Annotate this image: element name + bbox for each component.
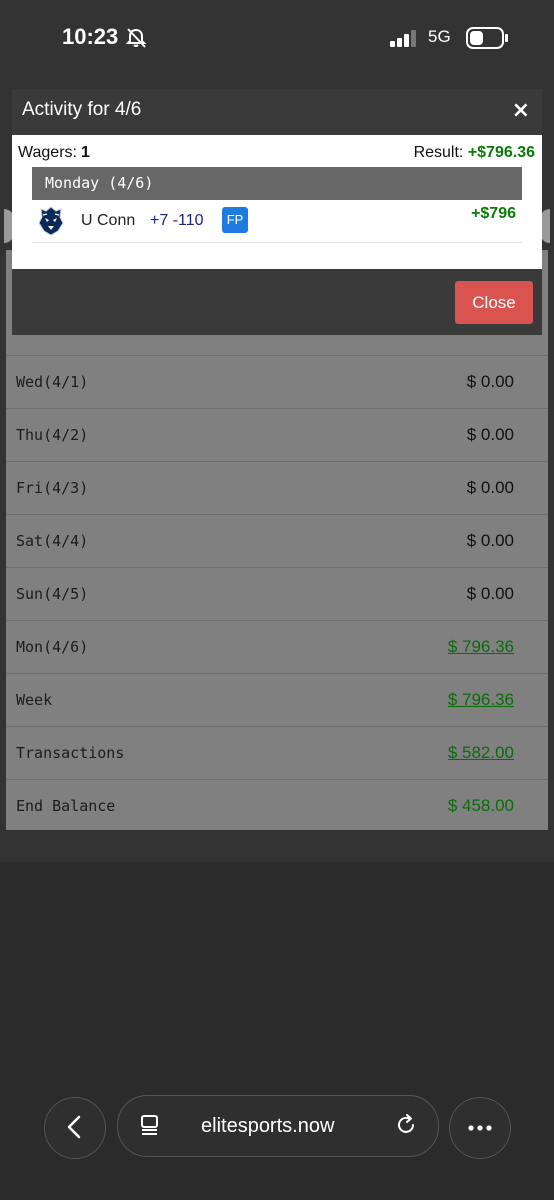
- team-name: U Conn: [81, 212, 136, 229]
- table-row: Thu(4/2) $ 0.00: [6, 408, 548, 461]
- row-label: Fri(4/3): [16, 479, 89, 497]
- bell-muted-icon: [125, 28, 147, 48]
- row-value: $ 0.00: [466, 584, 514, 603]
- day-header-label: Monday (4/6): [45, 174, 154, 192]
- end-balance-value: $ 458.00: [447, 796, 514, 815]
- close-icon[interactable]: ×: [512, 98, 530, 123]
- status-bar: 10:23 5G: [0, 0, 554, 76]
- reload-icon[interactable]: [395, 1114, 417, 1136]
- bet-line: +7 -110: [150, 212, 204, 229]
- row-label: Transactions: [16, 744, 125, 762]
- more-dots-icon: [468, 1125, 492, 1131]
- row-label: Sat(4/4): [16, 532, 89, 550]
- status-time: 10:23: [62, 24, 119, 49]
- transactions-link[interactable]: $ 582.00: [448, 743, 514, 763]
- modal-header: Activity for 4/6 ×: [12, 89, 542, 135]
- row-value: $ 0.00: [466, 478, 514, 497]
- row-label: End Balance: [16, 797, 116, 815]
- day-header: Monday (4/6): [32, 167, 522, 200]
- bet-type-badge: FP: [222, 207, 248, 233]
- network-indicator: 5G: [428, 27, 451, 46]
- result-summary: Result: +$796.36: [414, 144, 535, 162]
- week-total-link[interactable]: $ 796.36: [448, 690, 514, 710]
- wagers-label: Wagers:: [18, 144, 77, 161]
- browser-toolbar: elitesports.now: [0, 1060, 554, 1200]
- modal-title: Activity for 4/6: [22, 99, 142, 120]
- table-row: Week $ 796.36: [6, 673, 548, 726]
- table-row: Fri(4/3) $ 0.00: [6, 461, 548, 514]
- row-value: $ 0.00: [466, 372, 514, 391]
- more-button[interactable]: [449, 1097, 511, 1159]
- result-amount: +$796.36: [467, 144, 535, 161]
- activity-modal: Activity for 4/6 × Wagers: 1 Result: +$79…: [12, 89, 542, 335]
- row-label: Mon(4/6): [16, 638, 89, 656]
- wager-row[interactable]: U Conn +7 -110 FP +$796: [32, 200, 522, 243]
- table-row: End Balance $ 458.00: [6, 779, 548, 832]
- tabs-icon: [141, 1115, 158, 1135]
- uconn-husky-logo-icon: [38, 206, 64, 236]
- day-total-link[interactable]: $ 796.36: [448, 637, 514, 657]
- table-row: Sun(4/5) $ 0.00: [6, 567, 548, 620]
- back-chevron-icon: [67, 1115, 81, 1139]
- row-value: $ 0.00: [466, 531, 514, 550]
- row-label: Sun(4/5): [16, 585, 89, 603]
- url-text: elitesports.now: [201, 1115, 335, 1137]
- row-value: $ 0.00: [466, 425, 514, 444]
- wagers-count: 1: [80, 144, 90, 161]
- result-label: Result:: [413, 144, 464, 161]
- wager-amount: +$796: [471, 205, 516, 222]
- wagers-summary: Wagers: 1: [18, 144, 90, 162]
- back-button[interactable]: [44, 1097, 106, 1159]
- modal-footer: Close: [12, 269, 542, 335]
- battery-icon: [466, 27, 508, 49]
- modal-body: Wagers: 1 Result: +$796.36 Monday (4/6) U…: [12, 135, 542, 269]
- table-row: Mon(4/6) $ 796.36: [6, 620, 548, 673]
- address-bar[interactable]: elitesports.now: [117, 1095, 439, 1157]
- row-label: Wed(4/1): [16, 373, 89, 391]
- row-label: Thu(4/2): [16, 426, 89, 444]
- table-row: Sat(4/4) $ 0.00: [6, 514, 548, 567]
- signal-icon: [390, 30, 416, 47]
- table-row: Wed(4/1) $ 0.00: [6, 355, 548, 408]
- table-row: Transactions $ 582.00: [6, 726, 548, 779]
- close-button[interactable]: Close: [455, 281, 533, 324]
- row-label: Week: [16, 691, 53, 709]
